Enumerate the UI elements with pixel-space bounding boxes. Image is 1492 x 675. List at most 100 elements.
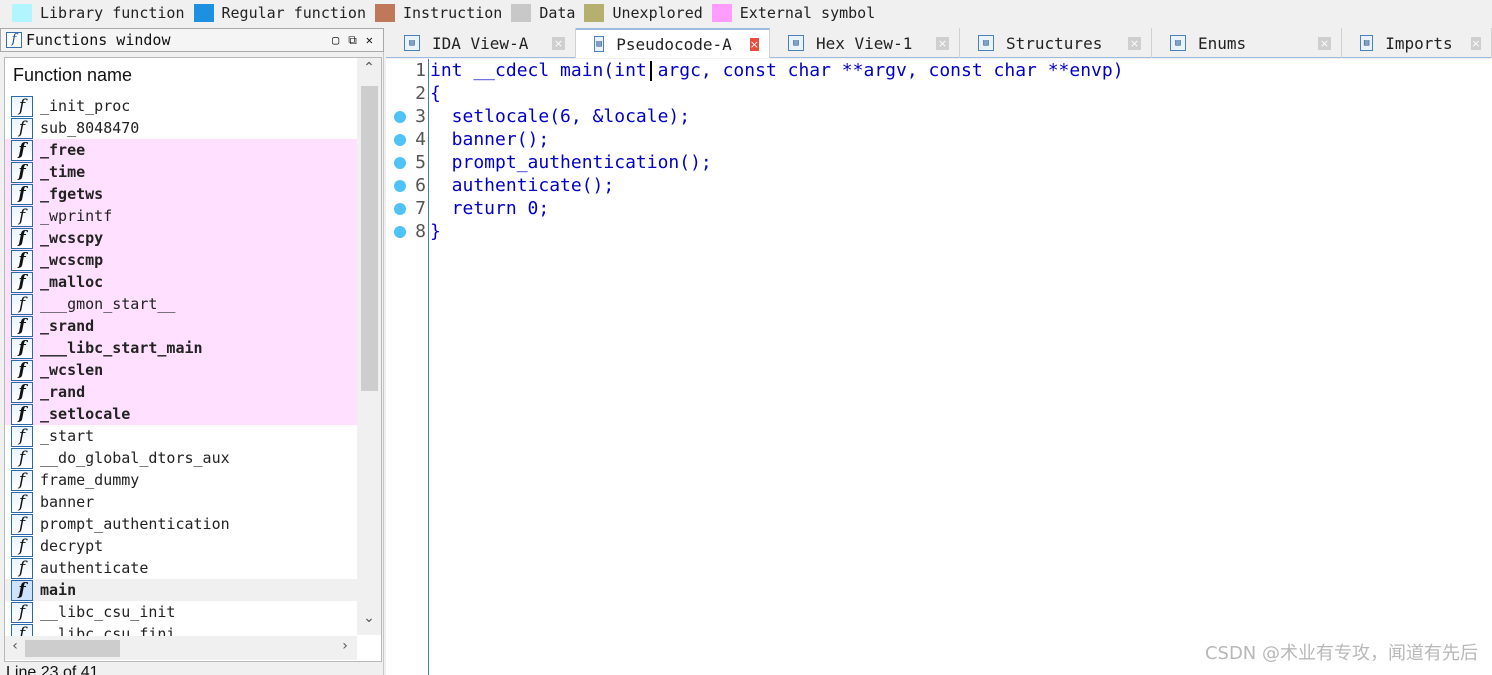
function-icon: f	[11, 249, 33, 271]
function-row[interactable]: f authenticate	[5, 557, 357, 579]
pseudocode-view[interactable]: 1 int __cdecl main(int argc, const char *…	[386, 59, 1492, 675]
scroll-down-icon[interactable]: ⌄	[357, 610, 381, 632]
function-icon: f	[11, 161, 33, 183]
function-row[interactable]: f __do_global_dtors_aux	[5, 447, 357, 469]
function-name: _wcscmp	[40, 251, 104, 269]
tab-ida-view-a[interactable]: ▤ IDA View-A ×	[386, 28, 576, 58]
function-row[interactable]: f ___libc_start_main	[5, 337, 357, 359]
scroll-right-icon[interactable]: ›	[335, 638, 355, 658]
legend-item: Library function	[12, 3, 185, 22]
function-row[interactable]: f main	[5, 579, 357, 601]
function-row[interactable]: f _wcslen	[5, 359, 357, 381]
line-number: 7	[415, 198, 426, 219]
function-row[interactable]: f frame_dummy	[5, 469, 357, 491]
code-line[interactable]: 4 banner();	[386, 128, 1492, 151]
restore-icon[interactable]: ⧉	[348, 33, 357, 48]
function-row[interactable]: f _wprintf	[5, 205, 357, 227]
legend-item: Instruction	[375, 3, 502, 22]
horizontal-scrollbar[interactable]: ‹ ›	[5, 636, 357, 660]
code-line[interactable]: 7 return 0;	[386, 197, 1492, 220]
code-text[interactable]: authenticate();	[430, 174, 615, 197]
minimize-icon[interactable]: ▢	[332, 33, 339, 48]
code-line[interactable]: 6 authenticate();	[386, 174, 1492, 197]
function-name: _time	[40, 163, 86, 181]
view-tabs: ▤ IDA View-A × ▤ Pseudocode-A × ▤ Hex View-1 × ▤ S…	[386, 28, 1492, 58]
function-row[interactable]: f _init_proc	[5, 95, 357, 117]
function-name: _init_proc	[40, 97, 131, 115]
function-row[interactable]: f _wcscpy	[5, 227, 357, 249]
code-text[interactable]: return 0;	[430, 197, 550, 220]
legend-label: External symbol	[739, 3, 876, 22]
close-icon[interactable]: ✕	[366, 33, 373, 48]
function-name: __do_global_dtors_aux	[40, 449, 230, 467]
code-line[interactable]: 5 prompt_authentication();	[386, 151, 1492, 174]
function-icon: f	[11, 425, 33, 447]
functions-rows: f _init_proc f sub_8048470 f _free f _time f _fge…	[5, 95, 357, 645]
color-legend: Library function Regular function Instruct…	[0, 0, 1492, 25]
code-line[interactable]: 1 int __cdecl main(int argc, const char *…	[386, 59, 1492, 82]
close-icon[interactable]: ×	[1128, 36, 1141, 50]
tab-enums[interactable]: ▤ Enums ×	[1152, 28, 1342, 58]
tab-imports[interactable]: ▤ Imports ×	[1342, 28, 1492, 58]
function-row[interactable]: f _wcscmp	[5, 249, 357, 271]
function-row[interactable]: f ___gmon_start__	[5, 293, 357, 315]
tab-label: Pseudocode-A	[616, 34, 732, 54]
function-row[interactable]: f decrypt	[5, 535, 357, 557]
line-number: 8	[415, 221, 426, 242]
tab-structures[interactable]: ▤ Structures ×	[960, 28, 1152, 58]
function-name: _fgetws	[40, 185, 104, 203]
close-icon[interactable]: ×	[1318, 36, 1331, 50]
tab-pseudocode-a[interactable]: ▤ Pseudocode-A ×	[576, 28, 770, 58]
function-row[interactable]: f _fgetws	[5, 183, 357, 205]
code-text[interactable]: prompt_authentication();	[430, 151, 712, 174]
legend-label: Regular function	[221, 3, 367, 22]
function-name: ___gmon_start__	[40, 295, 176, 313]
scroll-left-icon[interactable]: ‹	[5, 638, 25, 658]
code-text[interactable]: setlocale(6, &locale);	[430, 105, 690, 128]
function-row[interactable]: f _srand	[5, 315, 357, 337]
close-icon[interactable]: ×	[936, 36, 949, 50]
function-name-column-header[interactable]: Function name	[5, 58, 357, 92]
code-text[interactable]: }	[430, 220, 441, 243]
function-row[interactable]: f banner	[5, 491, 357, 513]
code-text[interactable]: int __cdecl main(int argc, const char **…	[430, 59, 1124, 82]
tab-label: IDA View-A	[432, 33, 529, 53]
function-row[interactable]: f _setlocale	[5, 403, 357, 425]
tab-hex-view-1[interactable]: ▤ Hex View-1 ×	[770, 28, 960, 58]
legend-swatch	[511, 3, 532, 22]
legend-swatch	[375, 3, 395, 22]
function-row[interactable]: f _start	[5, 425, 357, 447]
code-text[interactable]: banner();	[430, 128, 550, 151]
close-icon[interactable]: ×	[749, 37, 759, 51]
line-number: 5	[415, 152, 426, 173]
close-icon[interactable]: ×	[552, 36, 565, 50]
function-row[interactable]: f _time	[5, 161, 357, 183]
function-row[interactable]: f sub_8048470	[5, 117, 357, 139]
function-row[interactable]: f _malloc	[5, 271, 357, 293]
code-line[interactable]: 3 setlocale(6, &locale);	[386, 105, 1492, 128]
code-line[interactable]: 2{	[386, 82, 1492, 105]
legend-swatch	[12, 3, 32, 22]
vertical-scroll-thumb[interactable]	[361, 86, 378, 391]
function-name: _malloc	[40, 273, 104, 291]
function-icon: f	[11, 381, 33, 403]
line-number: 2	[415, 83, 426, 104]
function-row[interactable]: f _free	[5, 139, 357, 161]
line-number: 3	[415, 106, 426, 127]
functions-window: f Functions window ▢ ⧉ ✕ Function name f…	[0, 28, 384, 675]
close-icon[interactable]: ×	[1470, 36, 1481, 50]
scroll-up-icon[interactable]: ⌃	[357, 60, 381, 82]
function-row[interactable]: f prompt_authentication	[5, 513, 357, 535]
pseudocode-icon: ▤	[594, 36, 605, 52]
functions-window-titlebar: f Functions window ▢ ⧉ ✕	[0, 28, 384, 52]
function-row[interactable]: f _rand	[5, 381, 357, 403]
functions-list[interactable]: Function name f _init_proc f sub_8048470 f _f…	[4, 57, 382, 662]
code-text[interactable]: {	[430, 82, 441, 105]
legend-swatch	[711, 3, 732, 22]
functions-window-title: Functions window	[26, 31, 171, 49]
code-line[interactable]: 8}	[386, 220, 1492, 243]
vertical-scrollbar[interactable]: ⌃ ⌄	[357, 58, 381, 635]
horizontal-scroll-thumb[interactable]	[25, 640, 120, 657]
function-row[interactable]: f __libc_csu_init	[5, 601, 357, 623]
function-icon: f	[11, 95, 33, 117]
